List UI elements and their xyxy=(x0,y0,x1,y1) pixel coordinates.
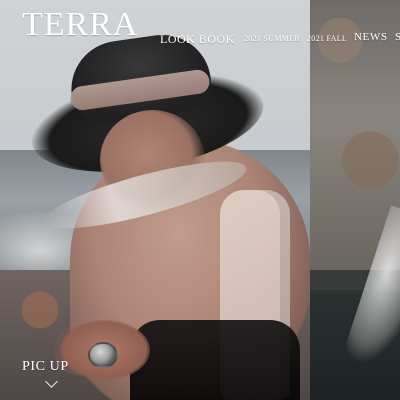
nav-next-item[interactable]: S xyxy=(395,31,400,43)
nav-2021-fall[interactable]: 2021 FALL xyxy=(307,34,347,43)
scarf xyxy=(130,320,300,400)
next-slide-image xyxy=(310,0,400,400)
ring xyxy=(88,342,118,368)
pickup-section[interactable]: PIC UP xyxy=(22,359,69,388)
page: TERRA LOOK BOOK 2021 SUMMER 2021 FALL NE… xyxy=(0,0,400,400)
nav-news[interactable]: NEWS xyxy=(354,31,388,43)
nav-2021-summer[interactable]: 2021 SUMMER xyxy=(244,34,300,43)
pickup-label: PIC UP xyxy=(22,359,69,374)
nav-look-book[interactable]: LOOK BOOK xyxy=(160,32,235,47)
hero-image xyxy=(0,0,310,400)
